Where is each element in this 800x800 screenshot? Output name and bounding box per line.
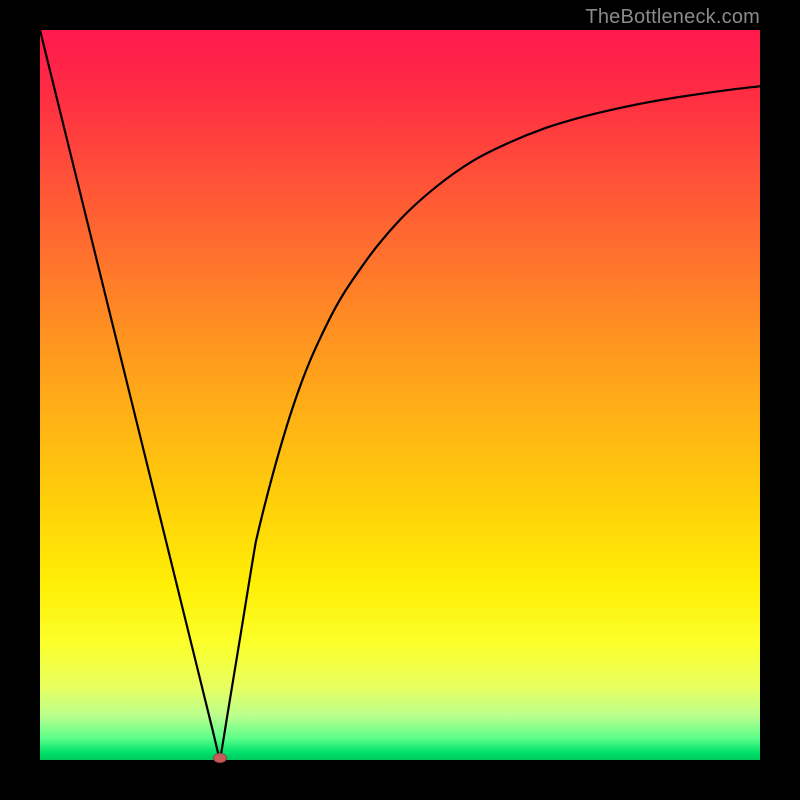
plot-area [40, 30, 760, 760]
minimum-marker [213, 753, 227, 763]
background-gradient [40, 30, 760, 760]
chart-frame: TheBottleneck.com [0, 0, 800, 800]
watermark-text: TheBottleneck.com [585, 6, 760, 29]
